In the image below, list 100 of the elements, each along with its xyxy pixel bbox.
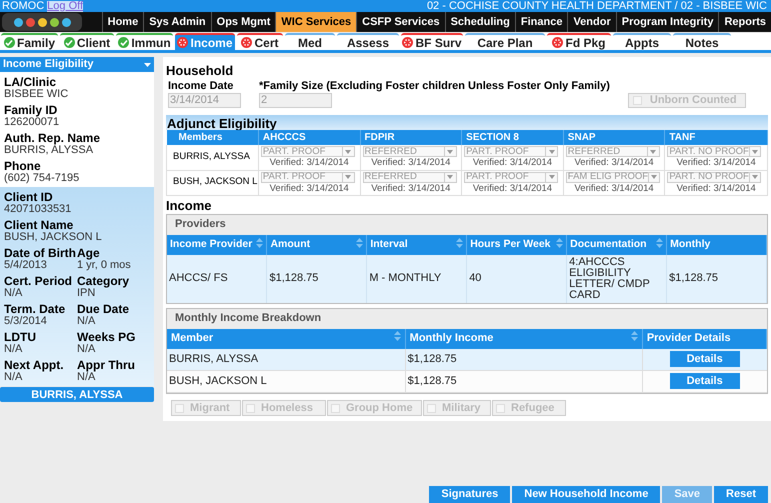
field-label: Weeks PG	[77, 331, 136, 343]
column-header: TANF	[664, 130, 768, 145]
tab[interactable]: Care Plan	[465, 33, 545, 50]
table-cell: $1,128.75	[405, 348, 642, 370]
table-cell: M - MONTHLY	[366, 254, 467, 302]
select-field[interactable]: REFERRED	[362, 146, 457, 157]
sort-icon	[456, 238, 464, 248]
verified-date: Verified: 3/14/2014	[370, 157, 452, 168]
member-button[interactable]: BURRIS, ALYSSA	[0, 387, 154, 402]
tab[interactable]: Med	[285, 33, 335, 50]
section-title: Household	[166, 64, 234, 78]
tab[interactable]: Appts	[613, 33, 671, 50]
field-value: 42071033531	[4, 203, 72, 215]
member-cell: BURRIS, ALYSSA	[166, 145, 258, 170]
logoff-link[interactable]: Log Off	[47, 0, 84, 12]
select-field[interactable]: PART. PROOF	[464, 146, 558, 157]
action-button[interactable]: New Household Income	[512, 486, 660, 503]
verified-date: Verified: 3/14/2014	[370, 182, 452, 194]
field-value: IPN	[77, 287, 96, 299]
details-button[interactable]: Details	[670, 351, 740, 367]
caret-icon	[545, 147, 558, 156]
tab[interactable]: BF Surv	[401, 33, 463, 50]
section-title: Adjunct Eligibility	[166, 117, 278, 130]
select-field[interactable]: PART. PROOF	[260, 146, 355, 157]
field-value: (602) 754-7195	[4, 172, 80, 184]
caret-icon	[748, 147, 760, 156]
section-dropdown[interactable]: Income Eligibility	[0, 57, 154, 72]
column-header: AHCCCS	[258, 130, 360, 145]
field-label: Term. Date	[4, 303, 66, 315]
select-field[interactable]: PART. NO PROOF	[667, 146, 762, 157]
field-label: LDTU	[4, 331, 37, 343]
column-header: Income Provider	[170, 238, 252, 250]
verified-date: Verified: 3/14/2014	[268, 157, 350, 168]
tab[interactable]: Assess	[337, 33, 399, 50]
column-header: Interval	[370, 238, 408, 250]
field-value: N/A	[77, 315, 96, 327]
caret-icon	[444, 147, 456, 156]
caret-icon	[545, 172, 558, 182]
panel-header: Providers	[167, 214, 767, 234]
field-value: N/A	[4, 287, 24, 299]
member-cell: BUSH, JACKSON L	[166, 170, 258, 195]
select-field[interactable]: PART. PROOF	[260, 172, 355, 182]
table-cell: 40	[466, 254, 567, 302]
field-label: Auth. Rep. Name	[4, 132, 102, 144]
sort-icon	[394, 331, 401, 342]
field-value: 5/4/2013	[4, 259, 48, 271]
field-label: Age	[77, 247, 101, 259]
caret-icon	[748, 172, 760, 182]
agency-title: 02 - COCHISE COUNTY HEALTH DEPARTMENT / 02 - BISBEE WIC	[426, 0, 768, 12]
table-cell: BURRIS, ALYSSA	[167, 348, 406, 370]
action-button[interactable]: Signatures	[429, 486, 510, 503]
tab[interactable]: Income	[175, 33, 235, 50]
select-field[interactable]: FAM ELIG PROOF	[566, 172, 660, 182]
action-button[interactable]: Reset	[714, 486, 768, 503]
column-header: SNAP	[563, 130, 665, 145]
field-label: Date of Birth	[4, 247, 77, 259]
field-value: N/A	[77, 343, 96, 355]
caret-icon	[444, 172, 456, 182]
field-label: Income Date	[168, 79, 234, 93]
verified-date: Verified: 3/14/2014	[676, 157, 757, 168]
field-value: N/A	[77, 371, 96, 383]
tab[interactable]: Fd Pkg	[547, 33, 611, 50]
field-value: 5/3/2014	[4, 315, 48, 327]
nav-menu-item[interactable]: WIC Services	[275, 12, 356, 32]
tab[interactable]: Cert	[237, 33, 283, 50]
field-label: Phone	[4, 160, 42, 172]
verified-date: Verified: 3/14/2014	[268, 182, 350, 194]
caret-icon	[342, 172, 354, 182]
column-header: Documentation	[570, 238, 647, 250]
tab[interactable]: Immun	[116, 33, 173, 50]
field-value: 126200071	[4, 116, 60, 128]
field-label: *Family Size (Excluding Foster children Unless Foster Only Family)	[259, 79, 610, 93]
table-cell: $1,128.75	[666, 254, 766, 302]
table-cell: 4:AHCCCS ELIGIBILITY LETTER/ CMDP CARD	[566, 254, 667, 302]
select-field[interactable]: REFERRED	[362, 172, 457, 182]
column-header: Monthly Income	[410, 332, 494, 344]
column-header: Member	[171, 332, 214, 344]
tab[interactable]: Notes	[673, 33, 731, 50]
table-cell: AHCCS/ FS	[167, 254, 267, 302]
details-button[interactable]: Details	[670, 373, 740, 390]
select-field[interactable]: PART. NO PROOF	[667, 172, 762, 182]
field-label: Appr Thru	[77, 359, 136, 371]
sort-icon	[356, 238, 364, 248]
tab[interactable]: Client	[60, 33, 114, 50]
tab[interactable]: Family	[1, 33, 58, 50]
select-field[interactable]: PART. PROOF	[464, 172, 558, 182]
column-header: Members	[166, 130, 258, 145]
field-value: BURRIS, ALYSSA	[4, 144, 94, 156]
table-cell: $1,128.75	[266, 254, 367, 302]
caret-icon	[646, 147, 659, 156]
select-field[interactable]: REFERRED	[566, 146, 660, 157]
field-value: BISBEE WIC	[4, 88, 70, 100]
verified-date: Verified: 3/14/2014	[573, 182, 655, 194]
field-value: BUSH, JACKSON L	[4, 231, 103, 243]
column-header: FDPIR	[360, 130, 462, 145]
column-header: SECTION 8	[462, 130, 564, 145]
field-label: Client ID	[4, 191, 54, 203]
field-label: Client Name	[4, 219, 74, 231]
verified-date: Verified: 3/14/2014	[573, 157, 655, 168]
field-label: Cert. Period	[4, 275, 74, 287]
